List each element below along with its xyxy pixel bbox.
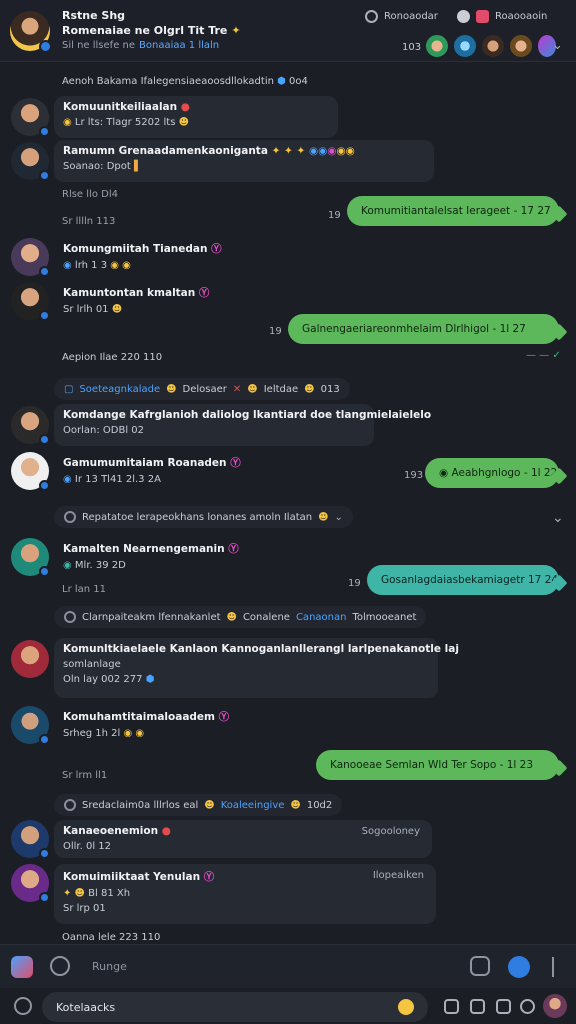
avatar[interactable] [11, 706, 50, 745]
avatar[interactable] [11, 406, 50, 445]
avatar[interactable] [11, 452, 50, 491]
header-pill-1[interactable]: Ronoaodar [365, 7, 438, 25]
system-pill[interactable]: Repatatoe lerapeokhans lonanes amoln Ila… [54, 506, 353, 528]
system-line: Oanna lele 223 110 [62, 932, 161, 943]
system-line: Aenoh Bakama Ifalegensiaeaoosdllokadtin … [62, 76, 308, 87]
verified-badge-icon [39, 892, 50, 903]
message-bubble[interactable]: Komdange Kafrglanioh daliolog lkantiard … [54, 404, 431, 446]
verified-badge-icon [39, 566, 50, 577]
emoji-icon[interactable] [398, 999, 414, 1015]
member-avatar[interactable] [480, 33, 506, 59]
chat-header: Rstne Shg Romenaiae ne Olgrl Tit Tre ✦ Si… [0, 0, 576, 62]
message-bubble[interactable]: Komuunitkeiliaalan ● ◉ Lr lts: Tlagr 520… [54, 96, 338, 138]
verified-badge-icon [39, 734, 50, 745]
member-avatar[interactable] [452, 33, 478, 59]
outgoing-message[interactable]: Kanooeae Semlan Wld Ter Sopo - 1l 23 [316, 750, 559, 780]
chat-subtitle: Romenaiae ne Olgrl Tit Tre ✦ [62, 24, 241, 37]
divider [552, 957, 554, 977]
read-count: 193 [404, 470, 424, 481]
chat-meta: Sil ne llsefe ne Bonaaiaa 1 llaln [62, 40, 220, 51]
chevron-down-icon[interactable]: ⌄ [552, 38, 563, 53]
outgoing-message[interactable]: ◉ Aeabhgnlogo - 1l 22 [425, 458, 559, 488]
message-bubble[interactable]: Komuhamtitaimaloaadem Ⓨ Srheg 1h 2l ◉ ◉ [54, 704, 244, 746]
message-bubble[interactable]: Kanaeoenemion ● Ollr. 0l 12 Sogooloney [54, 820, 432, 858]
verified-badge-icon [39, 40, 52, 53]
system-pill[interactable]: Sredaclaim0a lllrlos eal ☻ Koaleeingive ☻ … [54, 794, 343, 816]
send-icon[interactable] [508, 956, 530, 978]
outgoing-message[interactable]: Gosanlagdaiasbekamiagetr 17 24 [367, 565, 559, 595]
user-icon [457, 9, 470, 23]
sparkle-icon: ✦ [231, 24, 241, 37]
verified-badge-icon [39, 434, 50, 445]
message-bubble[interactable]: Komungmiitah Tianedan Ⓨ ◉ lrh 1 3 ◉ ◉ [54, 236, 224, 278]
verified-badge-icon [39, 170, 50, 181]
verified-badge-icon [39, 266, 50, 277]
app-icon [476, 9, 489, 23]
message-bubble[interactable]: Komunltkiaelaele Kanlaon Kannoganlanller… [54, 638, 459, 698]
sticker-icon[interactable] [470, 956, 490, 976]
attach-icon[interactable] [444, 999, 459, 1014]
read-count: 19 [328, 210, 341, 221]
clock-icon [64, 611, 76, 623]
avatar[interactable] [11, 238, 50, 277]
message-timestamp: Sr lrm ll1 [62, 770, 108, 781]
avatar[interactable] [11, 864, 50, 903]
verified-badge-icon [39, 126, 50, 137]
verified-badge-icon [39, 848, 50, 859]
avatar[interactable] [11, 282, 50, 321]
read-receipt-icon: — — ✓ [526, 350, 561, 361]
verified-badge-icon [39, 480, 50, 491]
mic-icon[interactable] [520, 999, 535, 1014]
avatar[interactable] [11, 538, 50, 577]
avatar[interactable] [11, 640, 49, 678]
verified-badge-icon [39, 310, 50, 321]
link-icon [365, 9, 378, 23]
composer-bar: Kotelaacks [0, 988, 576, 1024]
message-bubble[interactable]: Kamuntontan kmaltan Ⓨ Sr lrlh 01 ☻ [54, 280, 209, 322]
chat-title: Rstne Shg [62, 9, 126, 22]
add-icon[interactable] [14, 997, 32, 1015]
message-bubble[interactable]: Gamumumitaiam Roanaden Ⓨ ◉ Ir 13 Tl41 2l… [54, 450, 241, 492]
user-avatar[interactable] [543, 994, 567, 1018]
avatar[interactable] [11, 98, 50, 137]
chevron-down-icon[interactable]: ⌄ [552, 510, 564, 526]
image-icon[interactable] [470, 999, 485, 1014]
avatar[interactable] [11, 820, 50, 859]
app-logo-icon[interactable] [11, 956, 33, 978]
clock-icon[interactable] [50, 956, 70, 976]
outgoing-message[interactable]: Galnengaeriareonmhelaim Dlrlhigol - 1l 2… [288, 314, 559, 344]
composer-label: Runge [92, 960, 127, 973]
message-meta: Rlse llo Dl4 [62, 189, 118, 200]
message-timestamp: Sr lllln 113 [62, 216, 116, 227]
member-avatar[interactable] [424, 33, 450, 59]
avatar[interactable] [11, 142, 50, 181]
read-count: 19 [348, 578, 361, 589]
outgoing-message[interactable]: Komumitiantalelsat Ierageet - 17 27 [347, 196, 559, 226]
member-count: 103 [402, 42, 422, 53]
read-count: 19 [269, 326, 282, 337]
message-timestamp: Lr lan 11 [62, 584, 107, 595]
message-list[interactable]: Aenoh Bakama Ifalegensiaeaoosdllokadtin … [0, 62, 576, 944]
camera-icon[interactable] [496, 999, 511, 1014]
header-pill-2[interactable]: Roaooaoin [457, 7, 547, 25]
message-bubble[interactable]: Kamalten Nearnengemanin Ⓨ ◉ Mlr. 39 2D [54, 536, 239, 578]
clock-icon [64, 799, 76, 811]
group-avatar[interactable] [10, 11, 52, 53]
system-pill[interactable]: Clarnpaiteakm lfennakanlet ☻ Conalene Can… [54, 606, 427, 628]
member-avatar[interactable] [508, 33, 534, 59]
message-bubble[interactable]: Ramumn Grenaadamenkaoniganta ✦ ✦ ✦ ◉◉◉◉◉… [54, 140, 434, 182]
composer-toolbar: Runge [0, 944, 576, 988]
meta-link[interactable]: Bonaaiaa 1 llaln [139, 40, 219, 51]
clock-icon [64, 511, 76, 523]
system-line: Aepion Ilae 220 110 [62, 352, 163, 363]
message-input[interactable]: Kotelaacks [42, 992, 428, 1022]
message-bubble[interactable]: Komuimiiktaat Yenulan Ⓨ ✦ ☻ Bl 81 Xh Sr … [54, 864, 436, 924]
system-pill[interactable]: ▢ Soeteagnkalade ☻ Delosaer ✕ ☻ Ieltdae ☻ 0… [54, 378, 350, 400]
